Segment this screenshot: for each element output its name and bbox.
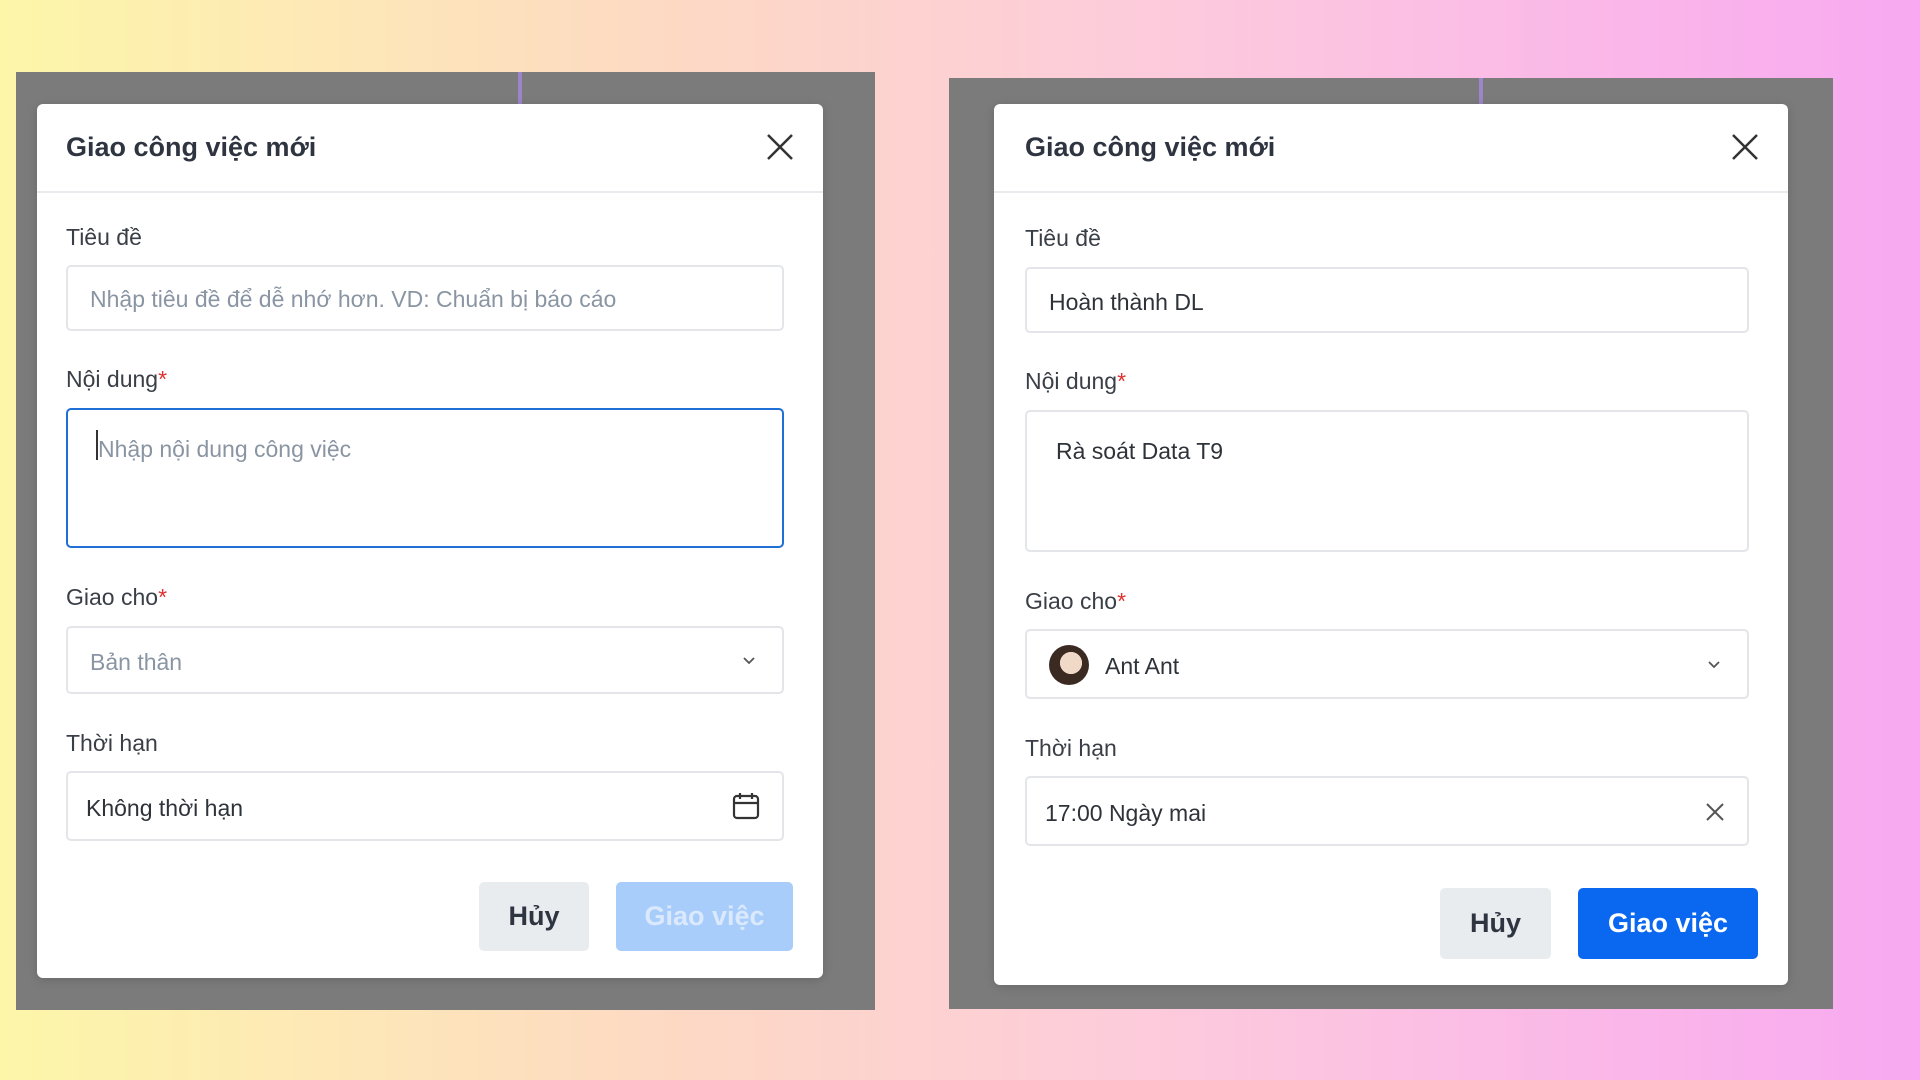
title-label: Tiêu đề [66,224,142,250]
deadline-label: Thời hạn [1025,735,1117,761]
close-icon[interactable] [763,130,797,164]
deadline-picker[interactable]: 17:00 Ngày mai [1025,776,1749,846]
calendar-icon[interactable] [732,791,760,821]
user-avatar [1049,645,1089,685]
assign-label: Giao cho* [66,584,168,610]
content-textarea[interactable]: Rà soát Data T9 [1025,410,1749,552]
title-value: Hoàn thành DL [1049,289,1204,315]
new-task-dialog-empty: Giao công việc mới Tiêu đề Nhập tiêu đề … [37,104,823,978]
dialog-header: Giao công việc mới [37,104,823,193]
chevron-down-icon [743,657,755,665]
assign-task-button[interactable]: Giao việc [616,882,793,951]
cancel-button[interactable]: Hủy [1440,888,1551,959]
content-label: Nội dung* [66,366,168,392]
close-icon[interactable] [1728,130,1762,164]
deadline-picker[interactable]: Không thời hạn [66,771,784,841]
clear-icon[interactable] [1705,802,1725,822]
assign-value: Bản thân [90,649,183,675]
content-label: Nội dung* [1025,368,1127,394]
new-task-dialog-filled: Giao công việc mới Tiêu đề Hoàn thành DL… [994,104,1788,985]
assign-task-button[interactable]: Giao việc [1578,888,1758,959]
content-textarea[interactable]: Nhập nội dung công việc [66,408,784,548]
assign-label: Giao cho* [1025,588,1127,614]
dialog-title: Giao công việc mới [66,132,317,162]
deadline-value: 17:00 Ngày mai [1045,800,1207,826]
assign-select[interactable]: Bản thân [66,626,784,694]
dialog-header: Giao công việc mới [994,104,1788,193]
title-label: Tiêu đề [1025,225,1101,251]
title-placeholder: Nhập tiêu đề để dễ nhớ hơn. VD: Chuẩn bị… [90,286,617,312]
deadline-label: Thời hạn [66,730,158,756]
deadline-value: Không thời hạn [86,795,244,821]
title-input[interactable]: Nhập tiêu đề để dễ nhớ hơn. VD: Chuẩn bị… [66,265,784,331]
assign-value: Ant Ant [1105,653,1180,679]
chevron-down-icon [1708,661,1720,669]
assign-select[interactable]: Ant Ant [1025,629,1749,699]
content-placeholder: Nhập nội dung công việc [98,436,352,462]
content-value: Rà soát Data T9 [1056,438,1224,464]
title-input[interactable]: Hoàn thành DL [1025,267,1749,333]
cancel-button[interactable]: Hủy [479,882,589,951]
background-accent [518,72,522,104]
dialog-title: Giao công việc mới [1025,132,1276,162]
